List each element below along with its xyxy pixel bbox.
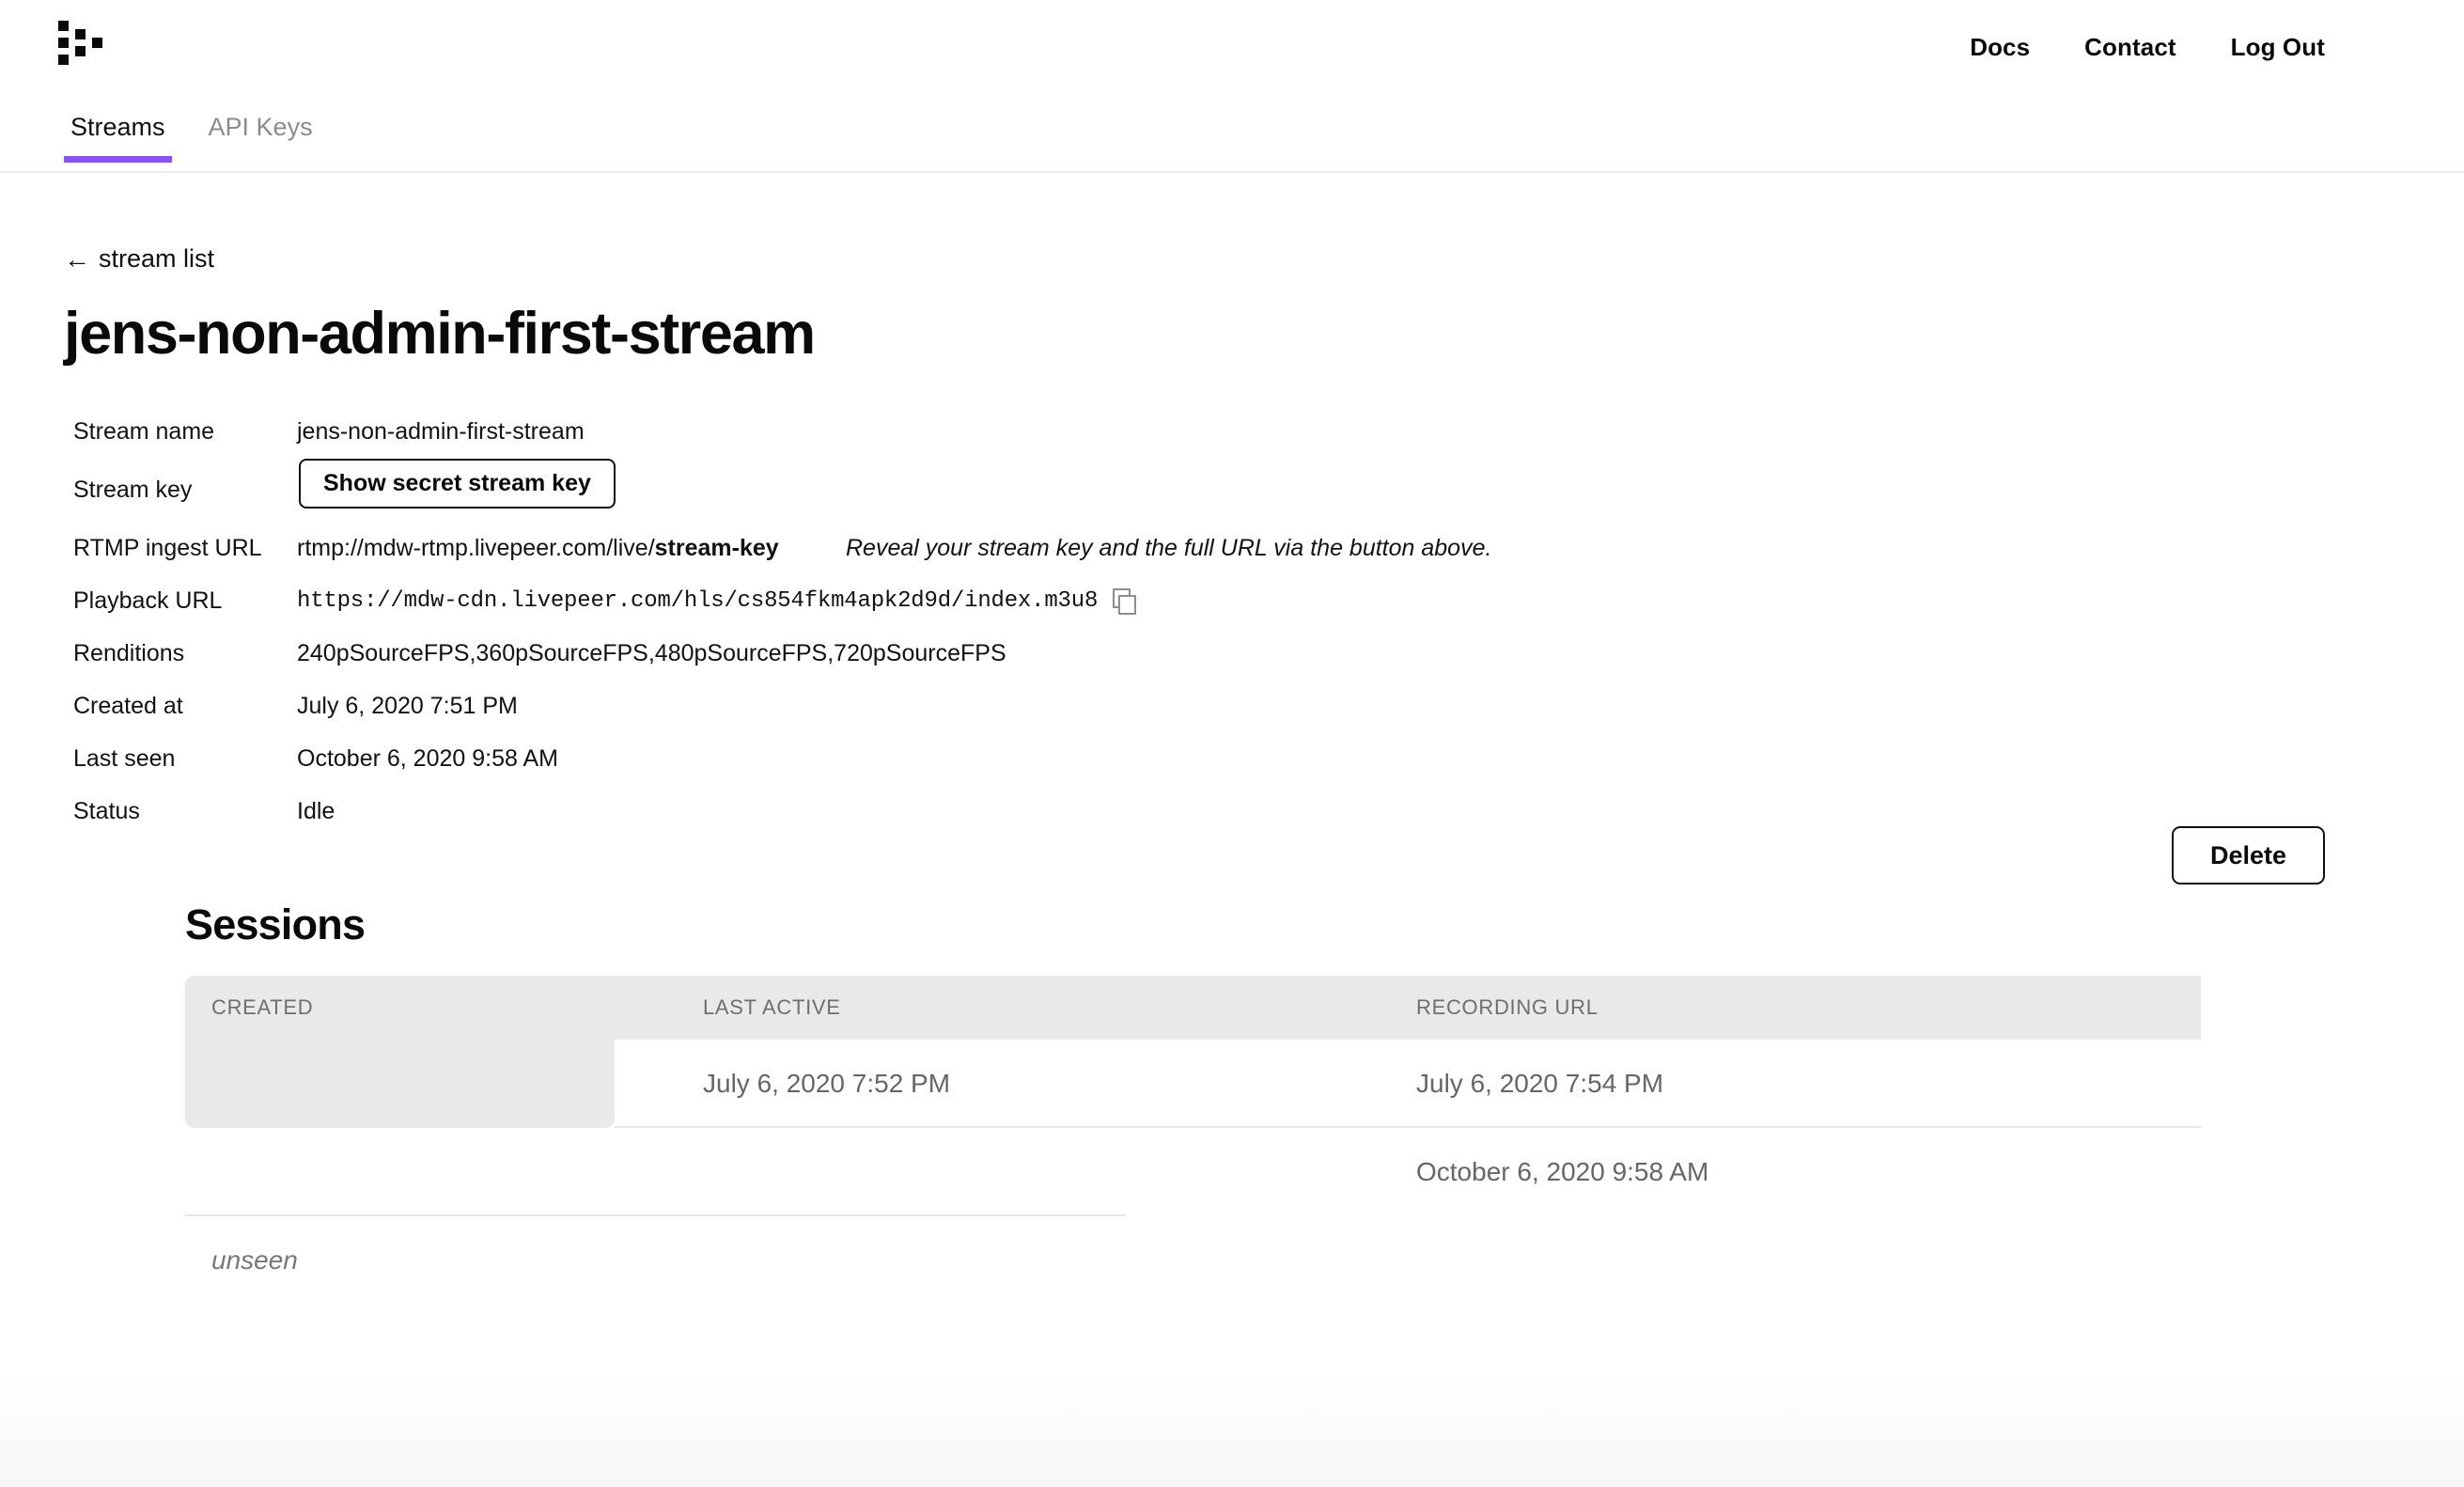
detail-value-created-at: July 6, 2020 7:51 PM (297, 692, 518, 719)
detail-label-playback-url: Playback URL (73, 587, 223, 614)
nav-link-log-out[interactable]: Log Out (2231, 33, 2325, 62)
cell-recording-url: October 6, 2020 9:58 AM (1416, 1157, 1709, 1186)
nav-link-contact[interactable]: Contact (2084, 33, 2175, 62)
detail-row-stream-name: Stream name jens-non-admin-first-stream (0, 405, 2464, 458)
detail-value-status: Idle (297, 797, 335, 824)
detail-label-stream-key: Stream key (73, 476, 193, 503)
rtmp-url-prefix: rtmp://mdw-rtmp.livepeer.com/live/ (297, 534, 655, 561)
empty-created-cell (185, 1040, 615, 1128)
detail-value-stream-name: jens-non-admin-first-stream (297, 417, 585, 445)
cell-last-active: July 6, 2020 7:52 PM (703, 1069, 951, 1098)
page-title: jens-non-admin-first-stream (64, 301, 816, 367)
detail-label-renditions: Renditions (73, 639, 185, 666)
detail-value-last-seen: October 6, 2020 9:58 AM (297, 744, 558, 772)
detail-row-stream-key: Stream key Show secret stream key (0, 458, 2464, 522)
detail-row-renditions: Renditions 240pSourceFPS,360pSourceFPS,4… (0, 627, 2464, 680)
breadcrumb-label: stream list (99, 244, 215, 273)
detail-value-renditions: 240pSourceFPS,360pSourceFPS,480pSourceFP… (297, 639, 1006, 666)
table-row[interactable]: July 6, 2020 7:52 PM July 6, 2020 7:54 P… (185, 1040, 2201, 1128)
arrow-left-icon: ← (64, 243, 90, 274)
detail-row-rtmp-ingest-url: RTMP ingest URL rtmp://mdw-rtmp.livepeer… (0, 522, 2464, 574)
detail-label-stream-name: Stream name (73, 417, 215, 445)
sessions-table-header: CREATED LAST ACTIVE RECORDING URL (185, 976, 2201, 1040)
bottom-fade (0, 1374, 2464, 1487)
top-nav: Docs Contact Log Out (1970, 0, 2325, 94)
detail-label-last-seen: Last seen (73, 744, 176, 772)
breadcrumb-stream-list[interactable]: ← stream list (64, 244, 214, 274)
copy-icon[interactable] (1113, 588, 1137, 615)
sessions-heading: Sessions (185, 900, 366, 948)
column-header-created: CREATED (211, 995, 314, 1019)
tab-streams[interactable]: Streams (64, 113, 172, 163)
livepeer-logo-icon[interactable] (58, 21, 107, 65)
detail-row-last-seen: Last seen October 6, 2020 9:58 AM (0, 732, 2464, 785)
column-header-recording-url: RECORDING URL (1416, 995, 1598, 1019)
show-secret-stream-key-button[interactable]: Show secret stream key (299, 459, 616, 509)
table-row[interactable]: October 6, 2020 9:58 AM (185, 1128, 2201, 1216)
cell-created: unseen (211, 1245, 298, 1275)
detail-row-playback-url: Playback URL https://mdw-cdn.livepeer.co… (0, 574, 2464, 627)
delete-button[interactable]: Delete (2172, 826, 2325, 884)
detail-value-playback-url: https://mdw-cdn.livepeer.com/hls/cs854fk… (297, 587, 1137, 615)
nav-link-docs[interactable]: Docs (1970, 33, 2030, 62)
playback-url-text: https://mdw-cdn.livepeer.com/hls/cs854fk… (297, 587, 1099, 614)
tab-bar: Streams API Keys (0, 94, 2464, 173)
rtmp-url-stream-key-placeholder: stream-key (654, 534, 779, 561)
table-row[interactable]: unseen (185, 1216, 2201, 1305)
sessions-table-body: July 6, 2020 7:52 PM July 6, 2020 7:54 P… (185, 1040, 2201, 1305)
detail-label-rtmp-ingest-url: RTMP ingest URL (73, 534, 262, 561)
detail-value-rtmp-ingest-url: rtmp://mdw-rtmp.livepeer.com/live/stream… (297, 535, 779, 562)
tab-api-keys[interactable]: API Keys (202, 113, 320, 163)
sessions-table: CREATED LAST ACTIVE RECORDING URL July 6… (185, 976, 2201, 1305)
detail-row-created-at: Created at July 6, 2020 7:51 PM (0, 680, 2464, 732)
rtmp-url-hint: Reveal your stream key and the full URL … (846, 534, 1492, 561)
page-root: Docs Contact Log Out Streams API Keys ← … (0, 0, 2464, 1487)
detail-label-created-at: Created at (73, 692, 183, 719)
detail-row-status: Status Idle (0, 785, 2464, 837)
cell-recording-url: July 6, 2020 7:54 PM (1416, 1069, 1664, 1098)
column-header-last-active: LAST ACTIVE (703, 995, 841, 1019)
top-bar: Docs Contact Log Out (0, 0, 2464, 94)
stream-details: Stream name jens-non-admin-first-stream … (0, 405, 2464, 837)
detail-label-status: Status (73, 797, 140, 824)
